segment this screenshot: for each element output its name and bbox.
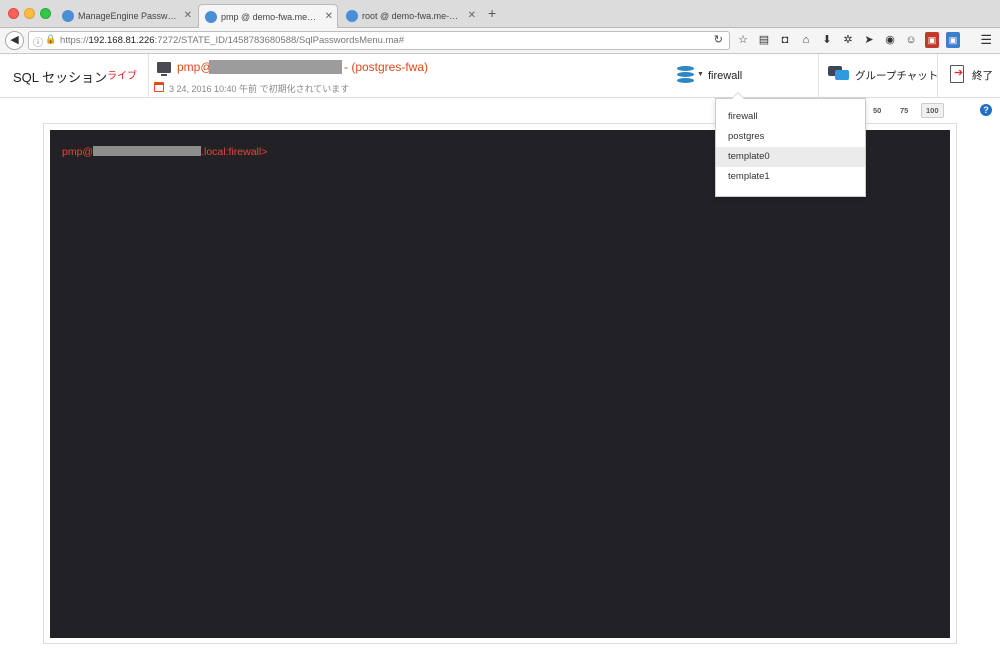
page-title: SQL セッション — [13, 70, 108, 85]
help-icon[interactable]: ? — [980, 104, 992, 116]
calendar-icon — [154, 82, 164, 92]
url-scheme: https:// — [60, 35, 89, 46]
toolbar-icons: ☆ ▤ ◘ ⌂ ⬇ ✲ ➤ ◉ ☺ ▣ ▣ — [736, 32, 960, 48]
url-host: 192.168.81.226 — [88, 35, 155, 46]
dropdown-item-firewall[interactable]: firewall — [716, 107, 865, 127]
app-header: SQL セッション ライブ pmp@ - (postgres-fwa) 3 24… — [0, 54, 1000, 98]
new-tab-button[interactable]: + — [488, 5, 496, 21]
zoom-100-button[interactable]: 100 — [921, 103, 944, 118]
close-window-button[interactable] — [8, 8, 19, 19]
favicon-icon — [346, 10, 358, 22]
redacted-hostname — [93, 146, 202, 156]
url-path: :7272/STATE_ID/1458783680588/SqlPassword… — [154, 35, 405, 46]
addon-red-icon[interactable]: ▣ — [925, 32, 939, 48]
prompt-suffix: .local:firewall> — [201, 146, 268, 158]
back-icon[interactable]: ◀ — [5, 31, 24, 50]
tab-title: pmp @ demo-fwa.me-deve... — [221, 12, 338, 22]
star-icon[interactable]: ☆ — [736, 32, 750, 48]
divider — [818, 54, 819, 98]
zoom-window-button[interactable] — [40, 8, 51, 19]
monitor-icon — [157, 62, 171, 76]
database-icon[interactable] — [677, 66, 694, 84]
live-badge: ライブ — [107, 71, 137, 82]
exit-icon[interactable] — [950, 65, 964, 83]
minimize-window-button[interactable] — [24, 8, 35, 19]
browser-nav-bar: ◀ ⓘ 🔒 https://192.168.81.226:7272/STATE_… — [0, 28, 1000, 54]
url-bar[interactable]: ⓘ 🔒 https://192.168.81.226:7272/STATE_ID… — [28, 31, 730, 50]
chat-icon[interactable] — [828, 66, 850, 82]
connection-resource: - (postgres-fwa) — [344, 60, 429, 74]
exit-button[interactable]: 終了 — [972, 68, 993, 83]
settings-icon[interactable]: ✲ — [841, 32, 855, 48]
dropdown-item-postgres[interactable]: postgres — [716, 127, 865, 147]
url-text[interactable]: https://192.168.81.226:7272/STATE_ID/145… — [60, 35, 404, 46]
close-icon[interactable]: ✕ — [468, 4, 476, 28]
reload-icon[interactable]: ↻ — [714, 33, 723, 46]
database-dropdown: firewall postgres template0 template1 — [715, 92, 866, 197]
browser-tab[interactable]: ManageEngine Password M... ✕ — [56, 4, 196, 28]
close-icon[interactable]: ✕ — [184, 4, 192, 28]
send-icon[interactable]: ➤ — [862, 32, 876, 48]
chevron-down-icon[interactable]: ▼ — [697, 71, 704, 78]
close-icon[interactable]: ✕ — [325, 5, 333, 29]
menu-icon[interactable]: ☰ — [980, 32, 992, 48]
zoom-50-button[interactable]: 50 — [869, 103, 885, 118]
database-selector[interactable]: firewall — [708, 70, 742, 82]
favicon-icon — [205, 11, 217, 23]
tab-title: ManageEngine Password M... — [78, 11, 196, 21]
prompt-user: pmp@ — [62, 146, 94, 158]
pocket-icon[interactable]: ◘ — [778, 32, 792, 48]
zoom-75-button[interactable]: 75 — [896, 103, 912, 118]
terminal[interactable]: pmp@ .local:firewall> — [50, 130, 950, 638]
browser-tab-bar: ManageEngine Password M... ✕ pmp @ demo-… — [0, 0, 1000, 29]
lock-icon: 🔒 — [45, 34, 57, 44]
divider — [148, 54, 149, 98]
terminal-prompt: pmp@ .local:firewall> — [62, 146, 267, 158]
browser-tab[interactable]: root @ demo-fwa.me-devel... ✕ — [340, 4, 480, 28]
reader-icon[interactable]: ▤ — [757, 32, 771, 48]
browser-tab-active[interactable]: pmp @ demo-fwa.me-deve... ✕ — [198, 4, 338, 29]
group-chat-button[interactable]: グループチャット — [855, 68, 938, 83]
face-icon[interactable]: ☺ — [904, 32, 918, 48]
dropdown-item-template0[interactable]: template0 — [716, 147, 865, 167]
initialized-timestamp: 3 24, 2016 10:40 午前 で初期化されています — [169, 84, 350, 94]
download-icon[interactable]: ⬇ — [820, 32, 834, 48]
favicon-icon — [62, 10, 74, 22]
sync-icon[interactable]: ◉ — [883, 32, 897, 48]
addon-blue-icon[interactable]: ▣ — [946, 32, 960, 48]
tab-title: root @ demo-fwa.me-devel... — [362, 11, 479, 21]
connection-user: pmp@ — [177, 60, 213, 74]
info-icon[interactable]: ⓘ — [33, 34, 43, 49]
divider — [937, 54, 938, 98]
home-icon[interactable]: ⌂ — [799, 32, 813, 48]
dropdown-item-template1[interactable]: template1 — [716, 167, 865, 187]
redacted-hostname — [209, 60, 342, 74]
